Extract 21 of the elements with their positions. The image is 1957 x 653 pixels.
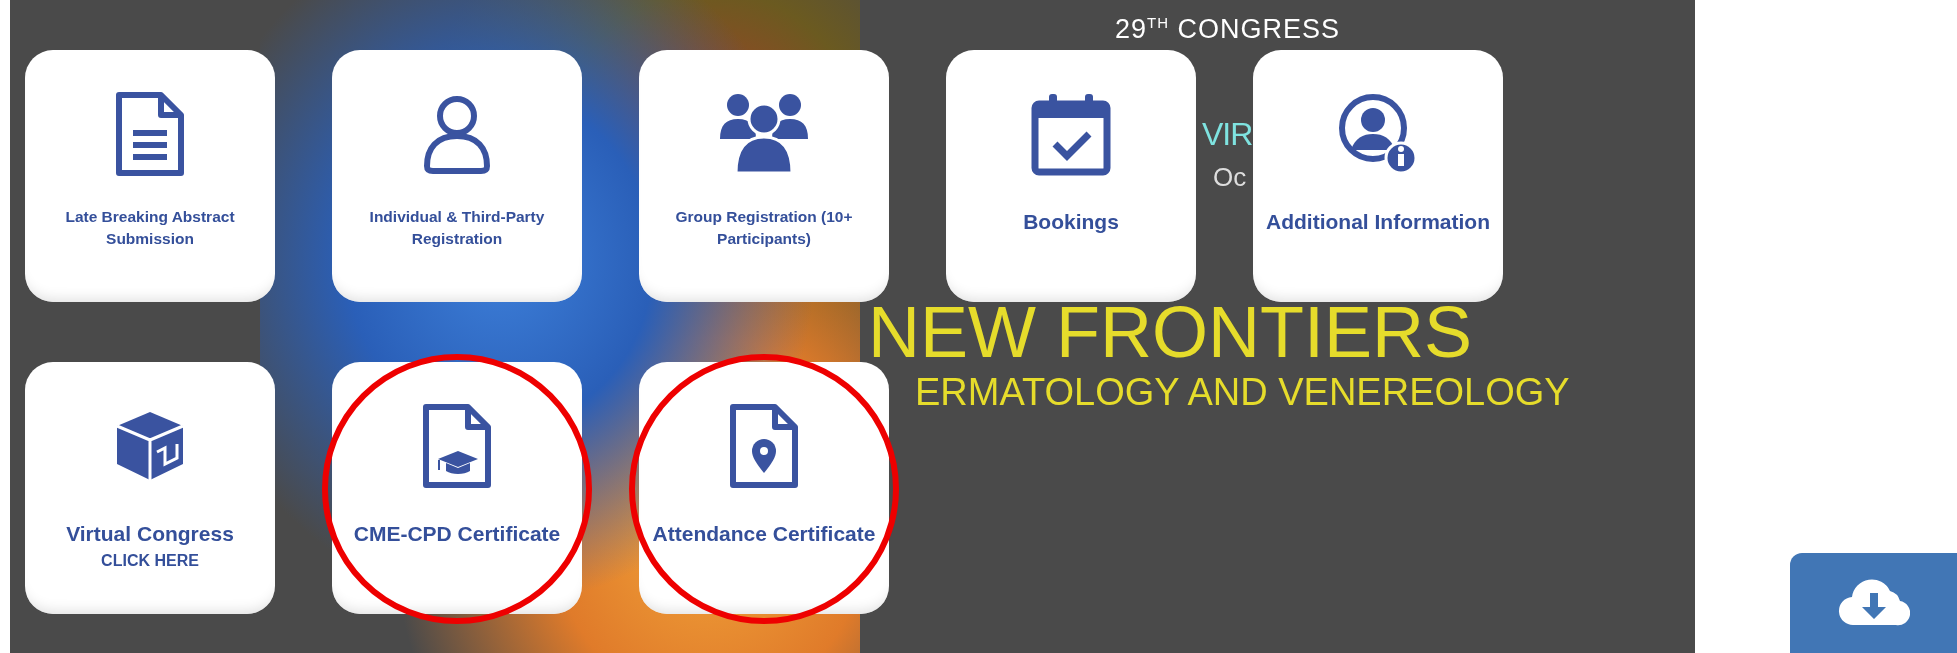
subheadline: ERMATOLOGY AND VENEREOLOGY bbox=[915, 372, 1570, 414]
menu-tile[interactable]: Group Registration (10+ Participants) bbox=[639, 50, 889, 302]
group-icon bbox=[720, 93, 808, 175]
cloud-download-icon bbox=[1838, 579, 1910, 627]
calendar-check-icon bbox=[1031, 92, 1111, 176]
menu-tile[interactable]: Bookings bbox=[946, 50, 1196, 302]
menu-tile[interactable]: Individual & Third-Party Registration bbox=[332, 50, 582, 302]
download-button[interactable] bbox=[1790, 553, 1957, 653]
menu-tile[interactable]: Attendance Certificate bbox=[639, 362, 889, 614]
cube-icon bbox=[115, 410, 185, 482]
menu-tile[interactable]: CME-CPD Certificate bbox=[332, 362, 582, 614]
date-text: Oc bbox=[1213, 162, 1247, 193]
user-icon bbox=[422, 94, 492, 174]
menu-tile[interactable]: Late Breaking Abstract Submission bbox=[25, 50, 275, 302]
menu-tile[interactable]: Additional Information bbox=[1253, 50, 1503, 302]
document-location-pin-icon bbox=[729, 403, 799, 489]
congress-title: 29$^{TH}$ CONGRESS bbox=[1115, 14, 1341, 45]
logo-text: VIR bbox=[1202, 116, 1253, 153]
document-icon bbox=[115, 91, 185, 177]
menu-tile[interactable]: Virtual Congress CLICK HERE bbox=[25, 362, 275, 614]
document-graduation-cap-icon bbox=[422, 403, 492, 489]
